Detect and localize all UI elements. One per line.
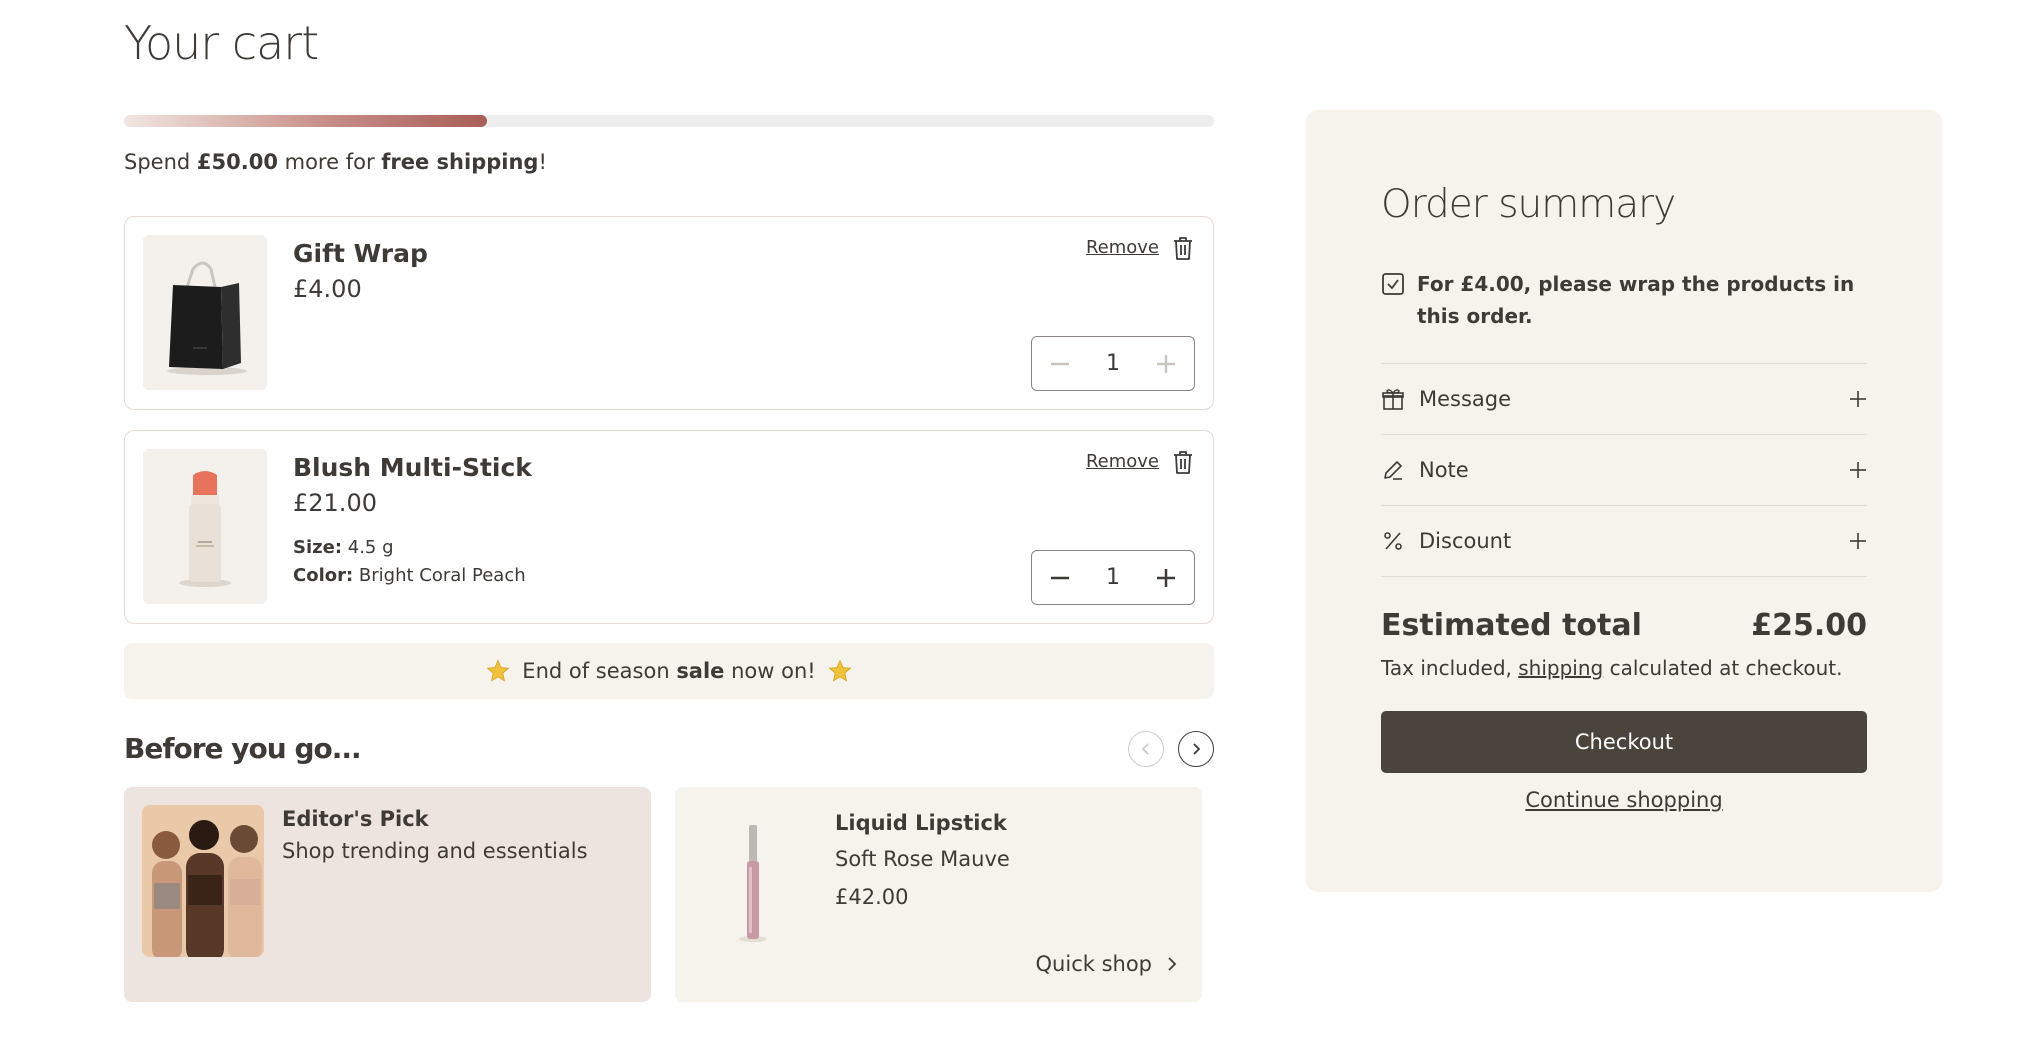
star-icon [828, 659, 852, 682]
increase-quantity-button[interactable] [1152, 564, 1180, 592]
trash-icon[interactable] [1171, 235, 1195, 261]
plus-icon [1850, 533, 1866, 549]
note-label: Note [1419, 458, 1469, 482]
cart-item-name[interactable]: Gift Wrap [293, 239, 428, 268]
cart-item-price: £21.00 [293, 489, 377, 517]
discount-label: Discount [1419, 529, 1512, 553]
percent-icon [1384, 532, 1402, 550]
estimated-total-value: £25.00 [1751, 608, 1867, 643]
cart-item-blush-multi-stick: Blush Multi-Stick £21.00 Size: 4.5 g Col… [124, 430, 1214, 624]
cart-item-size: Size: 4.5 g [293, 537, 394, 558]
continue-shopping-row: Continue shopping [1306, 788, 1942, 812]
cart-item-name[interactable]: Blush Multi-Stick [293, 453, 532, 482]
quantity-stepper [1031, 550, 1195, 605]
pencil-icon [1384, 461, 1402, 480]
gift-wrap-label: For £4.00, please wrap the products in t… [1417, 272, 1855, 328]
gift-wrap-image [143, 235, 267, 390]
tax-note: Tax included, shipping calculated at che… [1381, 656, 1843, 680]
minus-icon [1051, 362, 1069, 365]
recommendation-title[interactable]: Liquid Lipstick [835, 811, 1007, 835]
star-icon [486, 659, 510, 682]
recommendation-card-editors-pick[interactable]: Editor's Pick Shop trending and essentia… [124, 787, 651, 1002]
free-shipping-progress-bar [124, 115, 1214, 127]
chevron-left-icon [1141, 743, 1149, 755]
message-label: Message [1419, 387, 1512, 411]
quantity-input[interactable] [1083, 565, 1143, 590]
editors-pick-image [142, 805, 264, 957]
plus-icon [1157, 568, 1175, 587]
chevron-right-icon [1193, 743, 1201, 755]
shipping-goal: free shipping [381, 150, 539, 174]
summary-divider [1381, 576, 1867, 577]
plus-icon [1157, 354, 1175, 373]
carousel-next-button[interactable] [1178, 731, 1214, 767]
gift-wrap-option[interactable]: For £4.00, please wrap the products in t… [1381, 268, 1871, 332]
remove-link[interactable]: Remove [1086, 451, 1159, 472]
estimated-total-label: Estimated total [1381, 608, 1642, 643]
note-row[interactable]: Note [1381, 434, 1867, 505]
gift-icon [1382, 389, 1404, 410]
message-row[interactable]: Message [1381, 363, 1867, 434]
continue-shopping-link[interactable]: Continue shopping [1525, 788, 1722, 812]
sale-banner: End of season sale now on! [124, 643, 1214, 699]
recommendations-heading: Before you go... [124, 732, 362, 765]
remove-link[interactable]: Remove [1086, 237, 1159, 258]
cart-page: Your cart Spend £50.00 more for free shi… [0, 0, 2038, 1039]
blush-stick-image [143, 449, 267, 604]
cart-item-price: £4.00 [293, 275, 362, 303]
discount-row[interactable]: Discount [1381, 505, 1867, 576]
plus-icon [1850, 462, 1866, 478]
quantity-input[interactable] [1083, 351, 1143, 376]
recommendation-subtitle: Shop trending and essentials [282, 839, 588, 863]
page-title: Your cart [124, 16, 319, 70]
free-shipping-progress-fill [124, 115, 487, 127]
increase-quantity-button[interactable] [1152, 350, 1180, 378]
checkbox-checked-icon[interactable] [1381, 272, 1405, 296]
quick-shop-button[interactable]: Quick shop [1036, 952, 1178, 976]
minus-icon [1051, 576, 1069, 579]
decrease-quantity-button[interactable] [1046, 564, 1074, 592]
shipping-remaining-amount: £50.00 [196, 150, 278, 174]
recommendation-subtitle: Soft Rose Mauve [835, 847, 1010, 871]
order-summary-title: Order summary [1381, 182, 1676, 227]
carousel-prev-button[interactable] [1128, 731, 1164, 767]
recommendation-price: £42.00 [835, 885, 909, 909]
recommendation-card-liquid-lipstick: Liquid Lipstick Soft Rose Mauve £42.00 Q… [675, 787, 1202, 1002]
cart-item-gift-wrap: Gift Wrap £4.00 Remove [124, 216, 1214, 410]
order-summary-panel: Order summary For £4.00, please wrap the… [1306, 110, 1942, 892]
free-shipping-message: Spend £50.00 more for free shipping! [124, 150, 547, 174]
quantity-stepper [1031, 336, 1195, 391]
cart-item-color: Color: Bright Coral Peach [293, 565, 526, 586]
plus-icon [1850, 391, 1866, 407]
liquid-lipstick-image [739, 825, 767, 942]
chevron-right-icon [1168, 957, 1177, 971]
decrease-quantity-button[interactable] [1046, 350, 1074, 378]
recommendation-title: Editor's Pick [282, 807, 429, 831]
checkout-button[interactable]: Checkout [1381, 711, 1867, 773]
shipping-link[interactable]: shipping [1518, 656, 1603, 680]
sale-banner-text: End of season sale now on! [522, 659, 816, 683]
trash-icon[interactable] [1171, 449, 1195, 475]
